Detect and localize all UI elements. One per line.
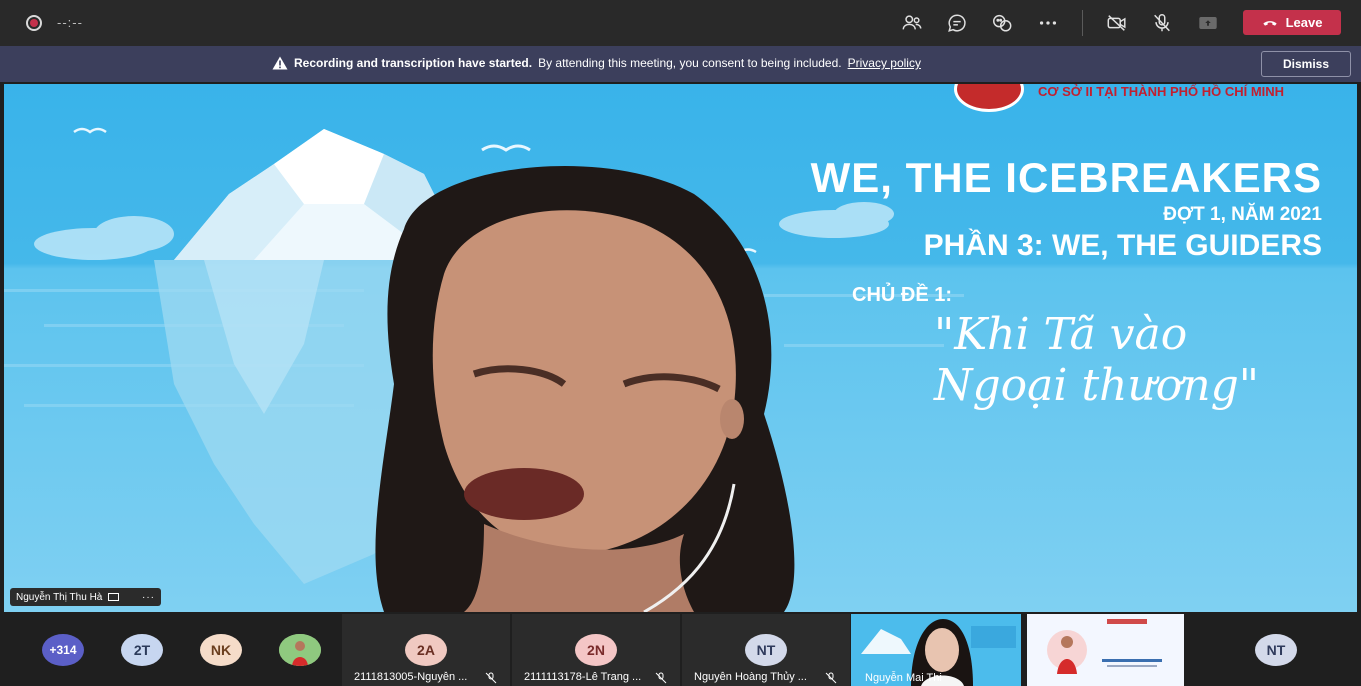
recording-icon	[26, 15, 42, 31]
phone-hangup-icon	[1262, 20, 1277, 26]
recording-banner: Recording and transcription have started…	[0, 46, 1361, 82]
participant-tile[interactable]: NT Nguyễn Hoàng Thủy ...	[682, 614, 850, 686]
participant-tile[interactable]: 2A 2111813005-Nguyễn ...	[342, 614, 510, 686]
meeting-timer: --:--	[57, 15, 83, 30]
participant-name: Nguyễn Mai Thi	[865, 672, 942, 684]
privacy-policy-link[interactable]: Privacy policy	[848, 56, 921, 70]
mic-off-icon	[655, 672, 667, 684]
participant-video-tile[interactable]: Nguyễn Mai Thi	[851, 614, 1021, 686]
banner-text: By attending this meeting, you consent t…	[538, 56, 842, 70]
participant-photo-avatar[interactable]	[279, 634, 321, 666]
participant-name: 2111813005-Nguyễn ...	[354, 671, 468, 683]
participant-avatar: NT	[745, 634, 787, 666]
slide-subtitle: ĐỢT 1, NĂM 2021	[1163, 204, 1322, 225]
dismiss-button[interactable]: Dismiss	[1261, 51, 1351, 77]
people-icon[interactable]	[900, 11, 924, 35]
toolbar-separator	[1082, 10, 1083, 36]
slide-topic-label: CHỦ ĐỀ 1:	[852, 284, 953, 306]
mic-off-icon	[825, 672, 837, 684]
participant-tile[interactable]: 2N 2111113178-Lê Trang ...	[512, 614, 680, 686]
mic-off-icon[interactable]	[1150, 11, 1174, 35]
participant-video	[1027, 614, 1184, 686]
participant-avatar: 2A	[405, 634, 447, 666]
overflow-participants-badge[interactable]: +314	[42, 634, 84, 666]
screen-share-icon	[108, 592, 120, 601]
more-icon[interactable]	[1036, 11, 1060, 35]
chat-icon[interactable]	[945, 11, 969, 35]
slide-topic-quote: "Khi Tã vào Ngoại thương"	[934, 309, 1260, 411]
banner-message: Recording and transcription have started…	[272, 56, 921, 70]
speaker-name: Nguyễn Thị Thu Hà	[16, 591, 103, 603]
leave-button[interactable]: Leave	[1243, 10, 1341, 35]
slide-part: PHẦN 3: WE, THE GUIDERS	[923, 229, 1322, 262]
slide-title: WE, THE ICEBREAKERS	[810, 154, 1322, 201]
participant-avatar[interactable]: NT	[1255, 634, 1297, 666]
speaker-name-chip[interactable]: Nguyễn Thị Thu Hà ···	[10, 588, 161, 606]
leave-label: Leave	[1285, 15, 1323, 30]
participant-avatar: 2N	[575, 634, 617, 666]
camera-icon[interactable]	[1105, 11, 1129, 35]
participant-name: 2111113178-Lê Trang ...	[524, 671, 642, 683]
banner-bold-text: Recording and transcription have started…	[294, 56, 533, 70]
warning-icon	[272, 56, 288, 70]
main-video-stage: CƠ SỞ II TẠI THÀNH PHỐ HỒ CHÍ MINH WE, T…	[4, 84, 1357, 612]
share-icon[interactable]	[1196, 11, 1220, 35]
slide-logo-text: CƠ SỞ II TẠI THÀNH PHỐ HỒ CHÍ MINH	[1038, 84, 1285, 99]
participant-avatar[interactable]: 2T	[121, 634, 163, 666]
participant-avatar[interactable]: NK	[200, 634, 242, 666]
participant-name: Nguyễn Hoàng Thủy ...	[694, 671, 807, 683]
more-options-icon[interactable]: ···	[142, 592, 155, 603]
meeting-toolbar: --:-- Leave	[0, 0, 1361, 46]
reactions-icon[interactable]	[990, 11, 1014, 35]
mic-off-icon	[485, 672, 497, 684]
participant-slide-tile[interactable]	[1027, 614, 1184, 686]
